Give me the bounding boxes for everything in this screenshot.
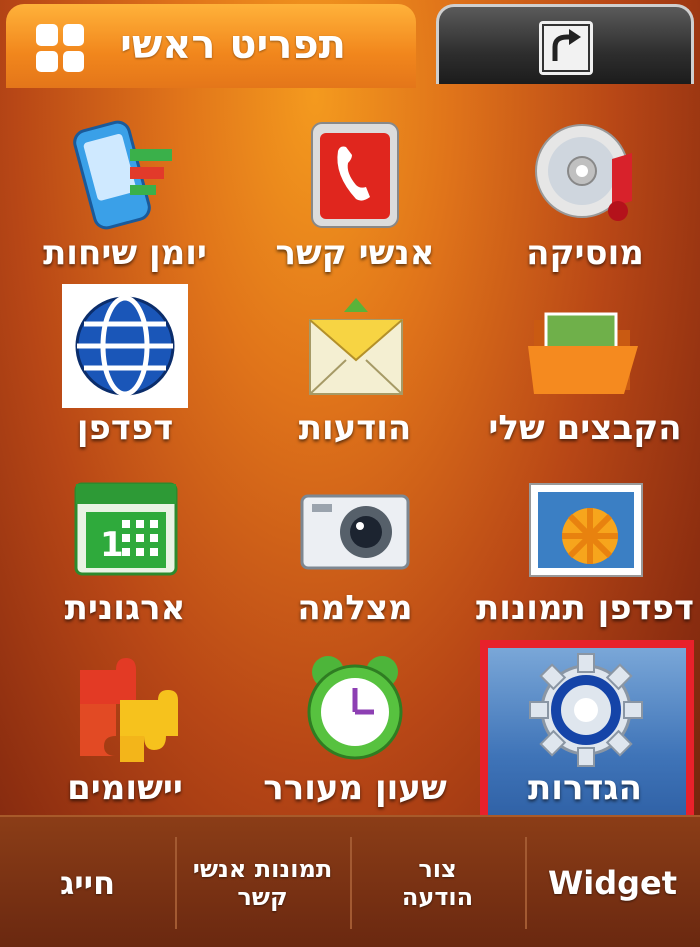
app-music-label: מוסיקה bbox=[526, 233, 644, 273]
app-browser[interactable]: דפדפן bbox=[10, 284, 240, 460]
settings-gear-icon bbox=[520, 650, 650, 770]
softkey-contact-photos[interactable]: תמונות אנשי קשר bbox=[175, 817, 350, 947]
app-camera[interactable]: מצלמה bbox=[240, 470, 470, 640]
app-contacts-label: אנשי קשר bbox=[275, 233, 435, 273]
camera-icon bbox=[290, 470, 420, 590]
contacts-phone-icon bbox=[290, 115, 420, 235]
softkey-contact-photos-label: תמונות אנשי קשר bbox=[192, 855, 333, 911]
softkey-create-message-label: צור הודעה bbox=[401, 855, 474, 911]
phone-home-menu: תפריט ראשי מוסיקה אנשי קשר יומן שיחות הק… bbox=[0, 0, 700, 947]
app-messages[interactable]: הודעות bbox=[240, 290, 470, 460]
softkey-dial[interactable]: חייג bbox=[0, 817, 175, 947]
softkey-bar: חייג תמונות אנשי קשר צור הודעה Widget bbox=[0, 815, 700, 947]
softkey-widget[interactable]: Widget bbox=[525, 817, 700, 947]
app-settings-label: הגדרות bbox=[528, 768, 642, 808]
tab-main-menu[interactable]: תפריט ראשי bbox=[6, 4, 416, 88]
puzzle-icon bbox=[60, 650, 190, 770]
music-cd-icon bbox=[520, 115, 650, 235]
grid-menu-icon bbox=[36, 24, 84, 72]
app-image-viewer[interactable]: דפדפן תמונות bbox=[470, 470, 700, 640]
app-alarm[interactable]: שעון מעורר bbox=[240, 650, 470, 820]
app-applications-label: יישומים bbox=[67, 768, 183, 808]
app-contacts[interactable]: אנשי קשר bbox=[240, 115, 470, 285]
app-applications[interactable]: יישומים bbox=[10, 650, 240, 820]
image-viewer-icon bbox=[520, 470, 650, 590]
app-browser-label: דפדפן bbox=[76, 408, 174, 448]
tab-shortcuts[interactable] bbox=[436, 4, 694, 84]
app-alarm-label: שעון מעורר bbox=[263, 768, 447, 808]
softkey-create-message[interactable]: צור הודעה bbox=[350, 817, 525, 947]
app-organizer-label: ארגונית bbox=[64, 588, 186, 628]
globe-icon bbox=[62, 284, 188, 408]
shortcut-arrow-icon bbox=[539, 21, 593, 75]
envelope-icon bbox=[290, 290, 420, 410]
alarm-clock-icon bbox=[290, 650, 420, 770]
app-my-files-label: הקבצים שלי bbox=[488, 408, 682, 448]
app-image-viewer-label: דפדפן תמונות bbox=[475, 588, 694, 628]
app-my-files[interactable]: הקבצים שלי bbox=[470, 290, 700, 460]
app-camera-label: מצלמה bbox=[297, 588, 413, 628]
app-organizer[interactable]: 1 ארגונית bbox=[10, 470, 240, 640]
calendar-icon: 1 bbox=[60, 470, 190, 590]
folder-icon bbox=[520, 290, 650, 410]
app-call-log[interactable]: יומן שיחות bbox=[10, 115, 240, 285]
app-settings[interactable]: הגדרות bbox=[470, 650, 700, 820]
svg-text:1: 1 bbox=[100, 525, 124, 565]
tab-main-menu-title: תפריט ראשי bbox=[120, 22, 346, 68]
app-messages-label: הודעות bbox=[298, 408, 412, 448]
app-call-log-label: יומן שיחות bbox=[43, 233, 207, 273]
call-log-icon bbox=[60, 115, 190, 235]
app-music[interactable]: מוסיקה bbox=[470, 115, 700, 285]
